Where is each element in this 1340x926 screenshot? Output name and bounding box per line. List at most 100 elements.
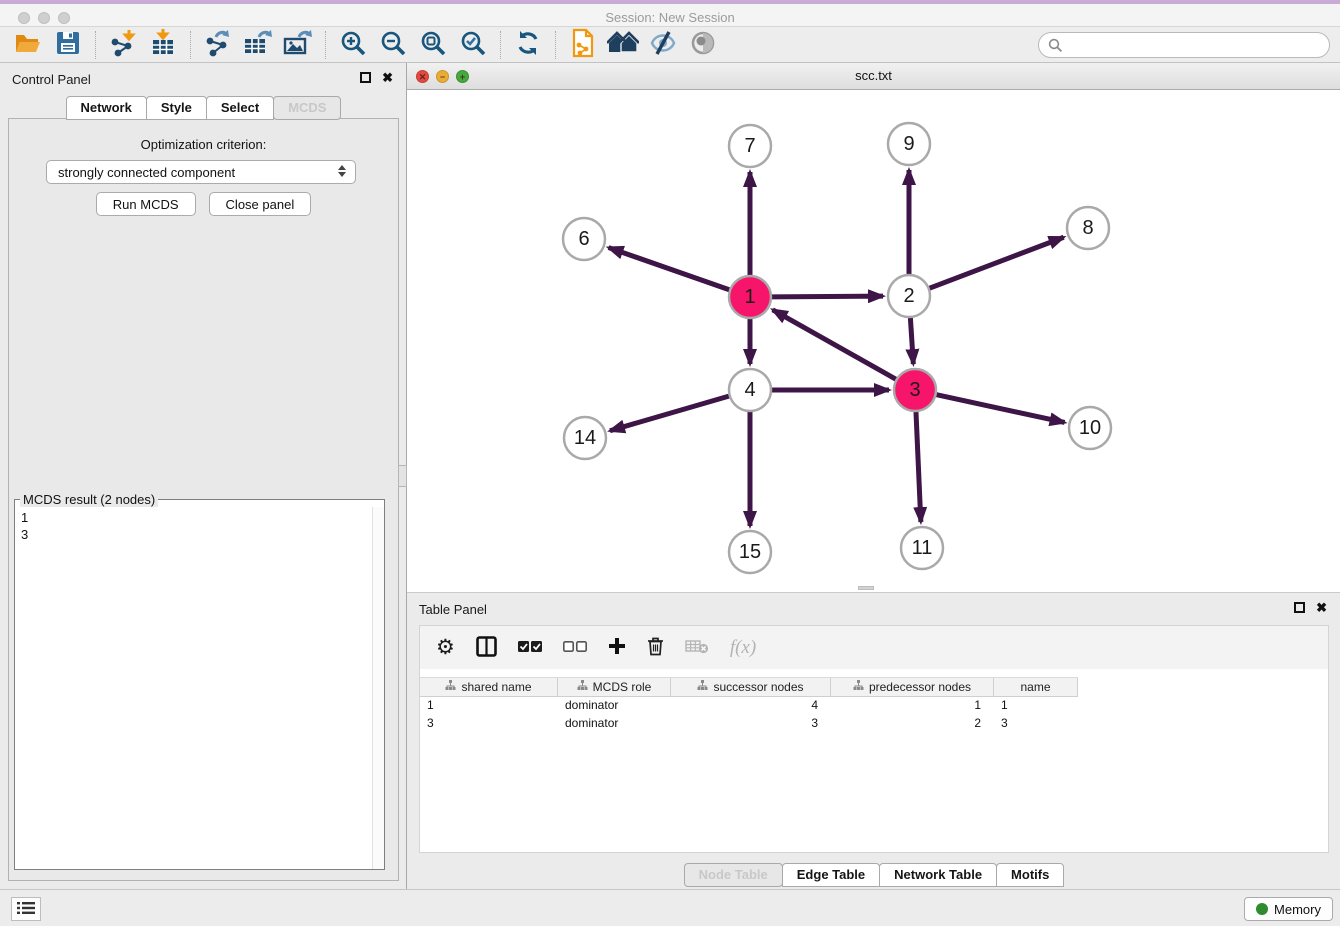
close-panel-button[interactable]: Close panel (209, 192, 312, 216)
node-4[interactable]: 4 (729, 369, 771, 411)
mcds-result-title: MCDS result (2 nodes) (20, 492, 158, 507)
export-table-button[interactable] (238, 29, 278, 61)
table-cell[interactable]: 3 (994, 716, 1078, 730)
criterion-value: strongly connected component (58, 165, 235, 180)
table-cell[interactable]: 3 (671, 716, 831, 730)
table-settings-button[interactable]: ⚙ (436, 633, 455, 663)
search-box[interactable] (1038, 32, 1330, 58)
table-row[interactable]: 3dominator323 (420, 714, 1328, 732)
table-cell[interactable]: 1 (420, 698, 558, 712)
float-panel-icon[interactable] (360, 72, 371, 83)
node-3[interactable]: 3 (894, 369, 936, 411)
select-all-button[interactable] (518, 633, 542, 663)
table-cell[interactable]: 3 (420, 716, 558, 730)
column-header-successor-nodes[interactable]: successor nodes (671, 678, 831, 696)
show-graphics-button[interactable] (683, 29, 723, 61)
zoom-in-button[interactable] (333, 29, 373, 61)
table-row[interactable]: 1dominator411 (420, 696, 1328, 714)
deselect-all-button[interactable] (563, 633, 587, 663)
panel-splitter-handle[interactable] (398, 465, 407, 487)
save-session-button[interactable] (48, 29, 88, 61)
node-8[interactable]: 8 (1067, 207, 1109, 249)
tab-style[interactable]: Style (146, 96, 207, 120)
edge-3-10[interactable] (936, 395, 1064, 423)
show-columns-button[interactable] (476, 633, 497, 663)
node-1[interactable]: 1 (729, 276, 771, 318)
export-image-button[interactable] (278, 29, 318, 61)
tab-select[interactable]: Select (206, 96, 274, 120)
node-14[interactable]: 14 (564, 417, 606, 459)
node-label: 1 (744, 286, 755, 308)
import-table-button[interactable] (143, 29, 183, 61)
tab-edge-table[interactable]: Edge Table (782, 863, 880, 887)
tab-network-table[interactable]: Network Table (879, 863, 997, 887)
delete-table-button[interactable] (685, 633, 709, 663)
edge-2-8[interactable] (930, 237, 1064, 288)
edge-3-11[interactable] (916, 412, 921, 522)
toggle-style-button[interactable] (643, 29, 683, 61)
network-graph[interactable]: 1 2 3 4 6 7 8 9 10 11 14 15 (407, 90, 1340, 592)
edge-3-1[interactable] (773, 310, 896, 379)
node-9[interactable]: 9 (888, 123, 930, 165)
table-cell[interactable]: 1 (831, 698, 994, 712)
node-15[interactable]: 15 (729, 531, 771, 573)
column-header-shared-name[interactable]: shared name (420, 678, 558, 696)
import-network-button[interactable] (103, 29, 143, 61)
zoom-fit-button[interactable] (413, 29, 453, 61)
trash-icon (647, 636, 664, 659)
node-2[interactable]: 2 (888, 275, 930, 317)
table-cell[interactable]: 2 (831, 716, 994, 730)
close-table-panel-icon[interactable]: ✖ (1316, 602, 1327, 613)
minimize-view-icon[interactable]: − (436, 70, 449, 83)
edge-1-6[interactable] (609, 248, 730, 290)
node-label: 7 (744, 135, 755, 157)
close-panel-icon[interactable]: ✖ (382, 72, 393, 83)
search-input[interactable] (1068, 35, 1329, 55)
table-cell[interactable]: dominator (558, 716, 671, 730)
column-header-predecessor-nodes[interactable]: predecessor nodes (831, 678, 994, 696)
open-session-button[interactable] (8, 29, 48, 61)
column-header-name[interactable]: name (994, 678, 1078, 696)
float-table-panel-icon[interactable] (1294, 602, 1305, 613)
refresh-layout-button[interactable] (508, 29, 548, 61)
view-resize-handle[interactable] (858, 586, 874, 590)
network-window-titlebar[interactable]: ✕ − + scc.txt (407, 63, 1340, 90)
result-scrollbar[interactable] (372, 507, 384, 869)
export-network-button[interactable] (198, 29, 238, 61)
node-6[interactable]: 6 (563, 218, 605, 260)
network-canvas[interactable]: 1 2 3 4 6 7 8 9 10 11 14 15 (407, 90, 1340, 592)
zoom-out-button[interactable] (373, 29, 413, 61)
function-builder-button[interactable]: f(x) (730, 633, 756, 663)
toolbar-separator (190, 31, 191, 59)
node-7[interactable]: 7 (729, 125, 771, 167)
criterion-select[interactable]: strongly connected component (46, 160, 356, 184)
session-title: Session: New Session (0, 10, 1340, 25)
tab-motifs[interactable]: Motifs (996, 863, 1064, 887)
maximize-view-icon[interactable]: + (456, 70, 469, 83)
edge-4-14[interactable] (610, 396, 729, 431)
node-label: 6 (578, 228, 589, 250)
tab-mcds[interactable]: MCDS (273, 96, 341, 120)
add-column-button[interactable] (608, 633, 626, 663)
export-network-icon (204, 29, 232, 60)
memory-button[interactable]: Memory (1244, 897, 1333, 921)
home-networks-button[interactable] (603, 29, 643, 61)
table-cell[interactable]: 4 (671, 698, 831, 712)
task-history-button[interactable] (11, 897, 41, 921)
column-header-mcds-role[interactable]: MCDS role (558, 678, 671, 696)
edge-2-3[interactable] (910, 318, 913, 364)
node-11[interactable]: 11 (901, 527, 943, 569)
tab-network[interactable]: Network (66, 96, 147, 120)
close-view-icon[interactable]: ✕ (416, 70, 429, 83)
edge-1-2[interactable] (772, 296, 883, 297)
network-file-button[interactable] (563, 29, 603, 61)
tab-node-table[interactable]: Node Table (684, 863, 783, 887)
zoom-selected-button[interactable] (453, 29, 493, 61)
node-10[interactable]: 10 (1069, 407, 1111, 449)
table-cell[interactable]: dominator (558, 698, 671, 712)
zoom-fit-icon (419, 29, 447, 60)
run-mcds-button[interactable]: Run MCDS (96, 192, 196, 216)
delete-column-button[interactable] (647, 633, 664, 663)
network-view-window: ✕ − + scc.txt 1 2 3 4 6 7 8 9 10 11 14 15 (407, 63, 1340, 592)
table-cell[interactable]: 1 (994, 698, 1078, 712)
